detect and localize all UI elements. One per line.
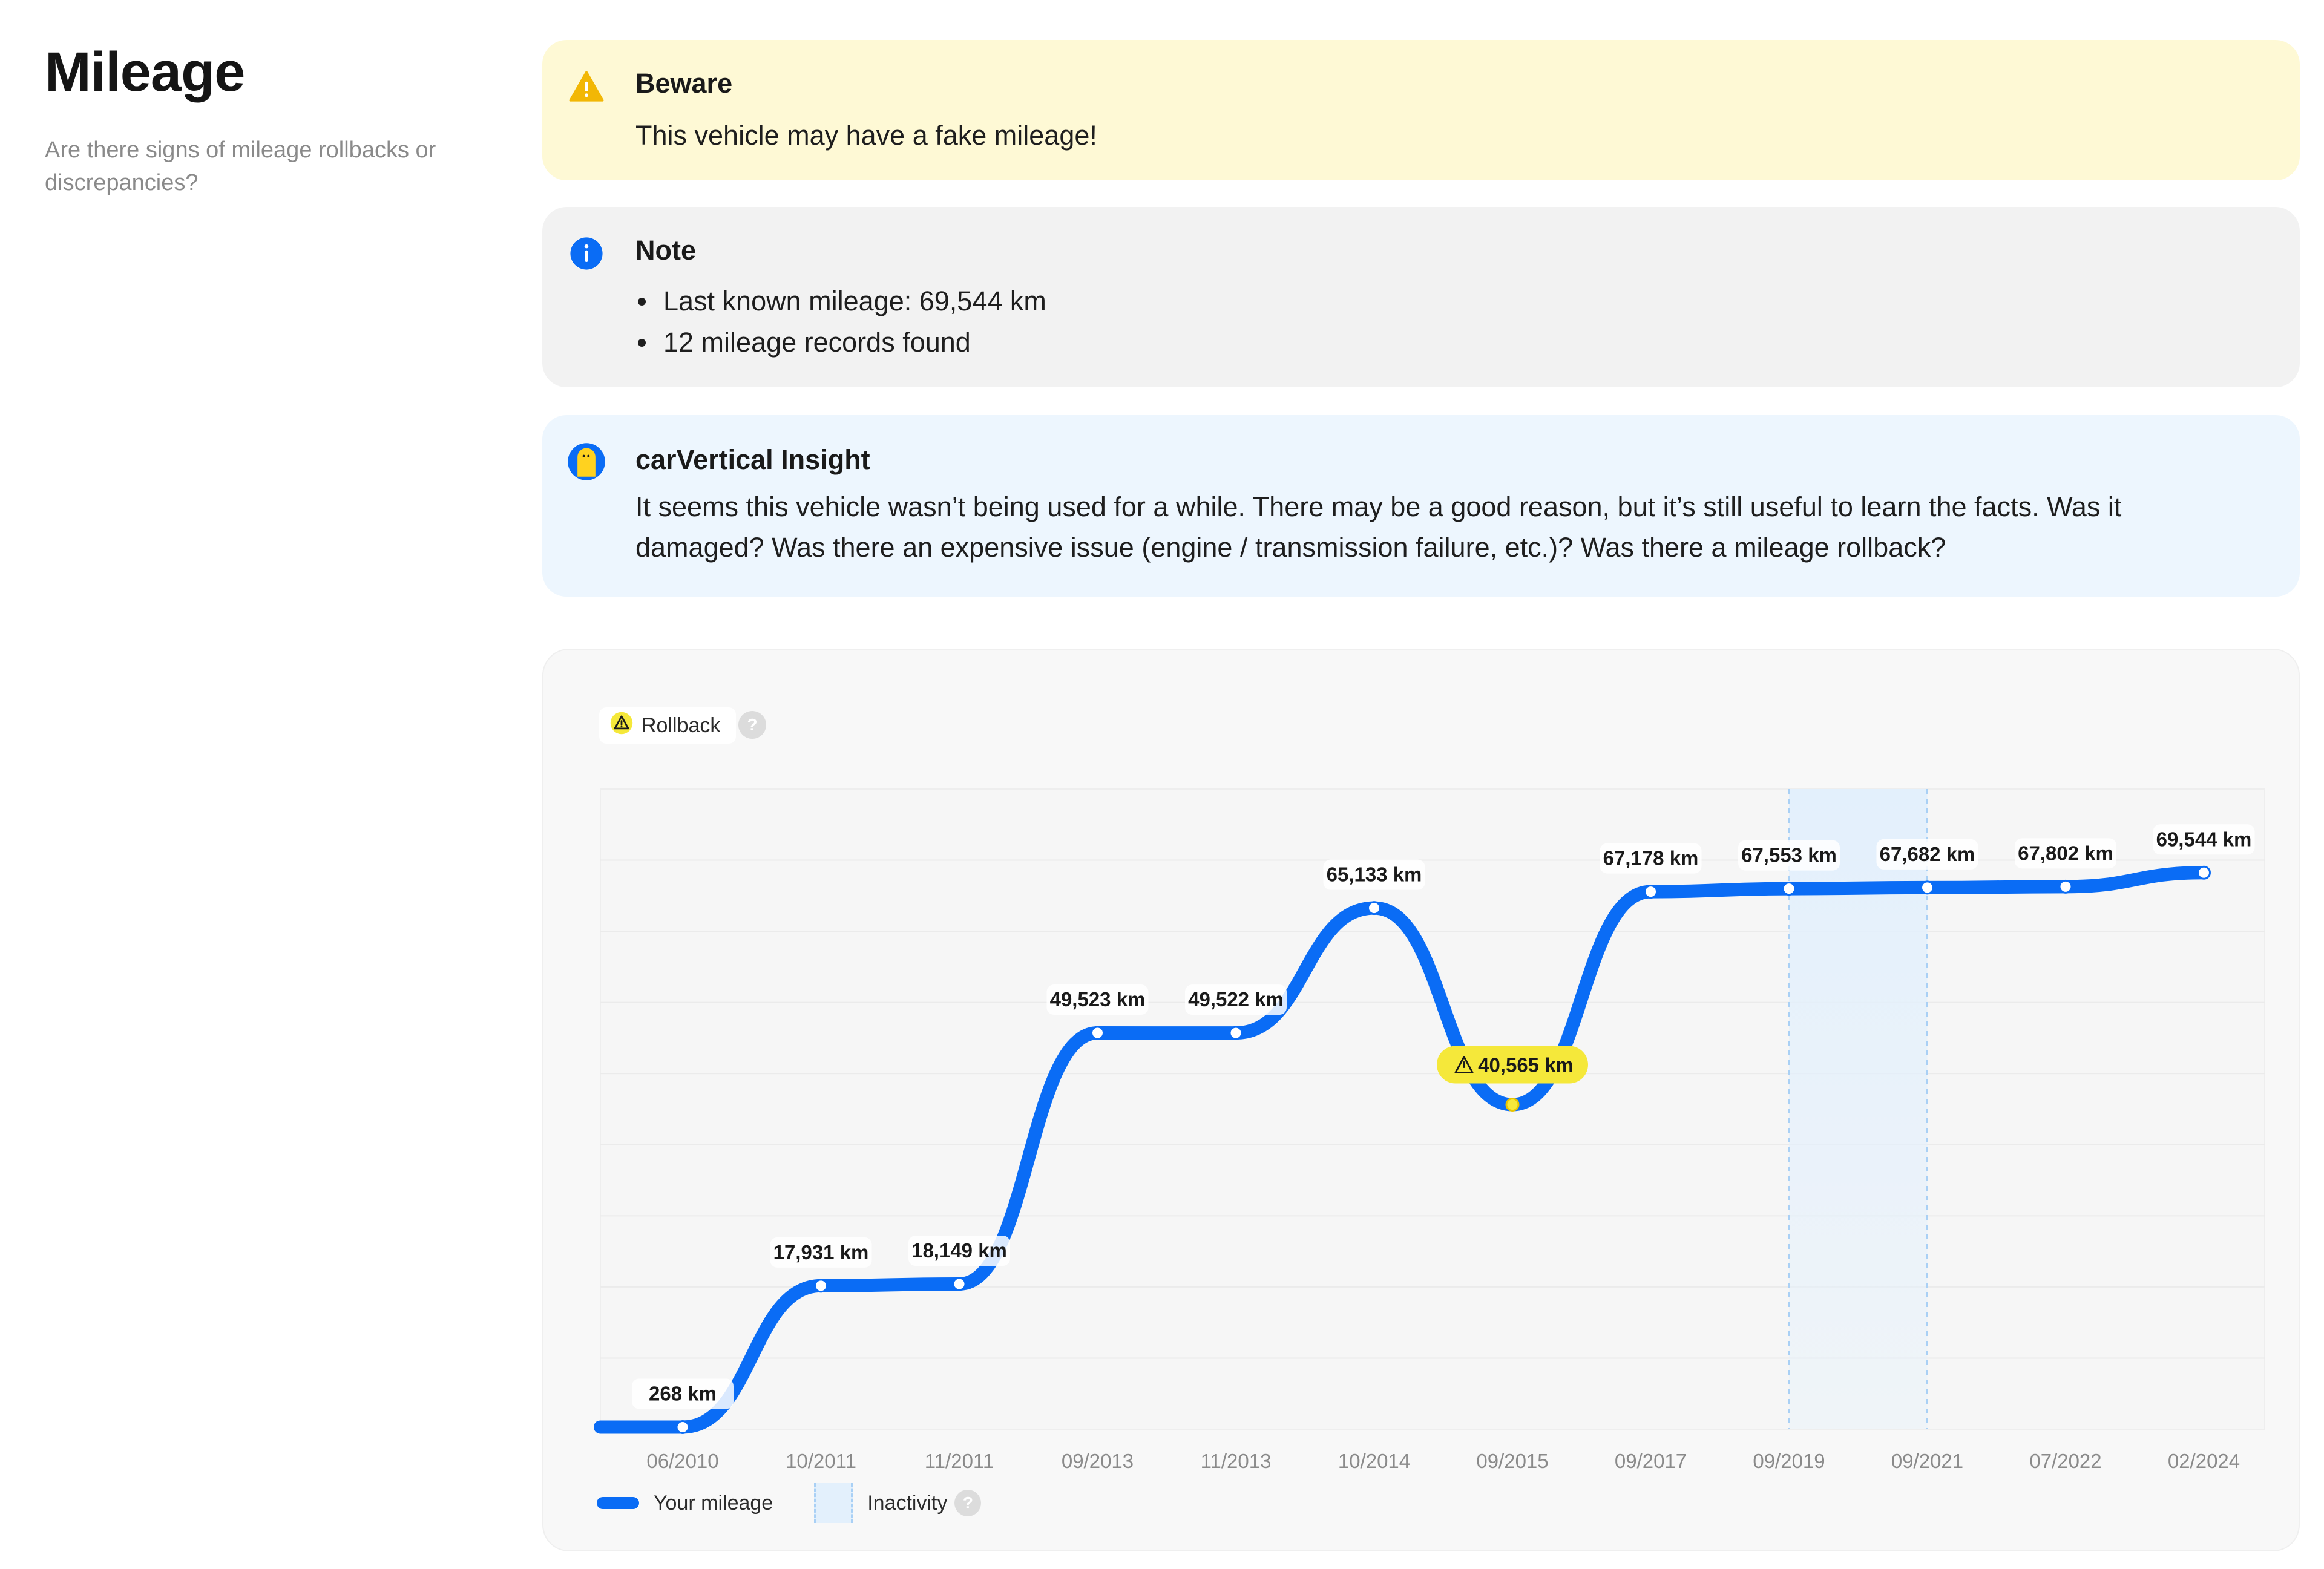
- rollback-point: [1505, 1098, 1520, 1112]
- data-label: 67,178 km: [1603, 847, 1699, 870]
- x-tick-label: 07/2022: [2029, 1450, 2101, 1472]
- data-label: 69,544 km: [2156, 828, 2252, 850]
- rollback-data-label: 40,565 km: [1478, 1054, 1574, 1076]
- data-point: [2197, 865, 2211, 880]
- section-intro: Mileage Are there signs of mileage rollb…: [45, 39, 505, 200]
- data-point: [1229, 1026, 1243, 1040]
- data-point: [2058, 879, 2073, 894]
- inactivity-help-icon[interactable]: ?: [954, 1490, 982, 1516]
- data-label: 67,553 km: [1741, 844, 1837, 866]
- data-point: [1367, 901, 1381, 916]
- insight-title: carVertical Insight: [635, 444, 870, 475]
- note-item-last-mileage: Last known mileage: 69,544 km: [635, 281, 2233, 322]
- beware-alert: Beware This vehicle may have a fake mile…: [542, 40, 2300, 180]
- beware-title: Beware: [635, 68, 733, 99]
- data-label: 49,522 km: [1188, 988, 1284, 1011]
- x-tick-label: 09/2021: [1891, 1450, 1963, 1472]
- data-label: 65,133 km: [1327, 863, 1422, 886]
- warning-triangle-icon: [569, 69, 604, 104]
- legend-inactivity-swatch: [814, 1483, 853, 1523]
- note-panel: Note Last known mileage: 69,544 km 12 mi…: [542, 207, 2300, 387]
- data-label: 18,149 km: [911, 1239, 1007, 1262]
- data-point: [1644, 885, 1658, 899]
- data-point: [814, 1279, 828, 1293]
- x-tick-label: 02/2024: [2168, 1450, 2240, 1472]
- x-tick-label: 09/2017: [1615, 1450, 1687, 1472]
- data-point: [1920, 880, 1934, 895]
- legend-inactivity-label: Inactivity: [867, 1491, 948, 1515]
- chart-legend: Your mileage Inactivity ?: [597, 1479, 982, 1527]
- x-tick-label: 10/2011: [786, 1450, 856, 1472]
- note-title: Note: [635, 235, 696, 266]
- x-tick-label: 09/2015: [1476, 1450, 1548, 1472]
- mileage-chart-card: Rollback ? 268 km 17,931 km 18,149 km 49,52…: [542, 649, 2300, 1551]
- mileage-chart: 268 km 17,931 km 18,149 km 49,523 km 49,522 …: [594, 788, 2265, 1472]
- x-tick-label: 11/2011: [925, 1450, 994, 1472]
- mileage-section: Mileage Are there signs of mileage rollb…: [0, 0, 2324, 1569]
- section-subtitle: Are there signs of mileage rollbacks or …: [45, 137, 436, 196]
- carvertical-mascot-icon: [566, 442, 606, 482]
- data-point: [675, 1420, 690, 1434]
- legend-your-mileage-label: Your mileage: [654, 1491, 773, 1515]
- note-item-records-count: 12 mileage records found: [635, 322, 2233, 363]
- insight-panel: carVertical Insight It seems this vehicl…: [542, 415, 2300, 597]
- data-label: 67,682 km: [1880, 843, 1975, 865]
- x-tick-label: 10/2014: [1338, 1450, 1410, 1472]
- data-point: [1091, 1026, 1105, 1040]
- insight-body: It seems this vehicle wasn’t being used …: [635, 491, 2122, 563]
- data-label: 67,802 km: [2018, 842, 2113, 864]
- data-label: 49,523 km: [1050, 988, 1146, 1011]
- x-tick-label: 11/2013: [1201, 1450, 1272, 1472]
- legend-your-mileage-swatch: [597, 1497, 639, 1509]
- info-icon: [569, 236, 604, 271]
- x-tick-label: 09/2013: [1062, 1450, 1134, 1472]
- section-title: Mileage: [45, 41, 245, 103]
- data-point: [952, 1277, 967, 1291]
- data-label: 17,931 km: [773, 1241, 869, 1263]
- note-list: Last known mileage: 69,544 km 12 mileage…: [635, 281, 2233, 363]
- beware-message: This vehicle may have a fake mileage!: [635, 120, 1097, 151]
- data-point: [1782, 882, 1796, 896]
- x-tick-label: 06/2010: [646, 1450, 718, 1472]
- x-tick-label: 09/2019: [1753, 1450, 1825, 1472]
- data-label: 268 km: [649, 1382, 717, 1404]
